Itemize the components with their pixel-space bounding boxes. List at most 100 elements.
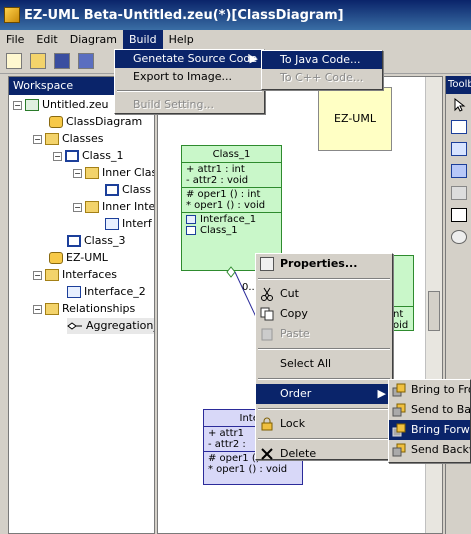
build-menu: Genetate Source Code ▶ Export to Image..…: [114, 49, 265, 114]
paste-icon: [260, 327, 274, 341]
menu-item-delete[interactable]: Delete: [256, 444, 392, 464]
menu-item-generate-source[interactable]: Genetate Source Code ▶: [115, 50, 264, 68]
folder-icon: [85, 201, 99, 213]
menu-item-copy[interactable]: Copy: [256, 304, 392, 324]
source-code-submenu: To Java Code... To C++ Code...: [261, 50, 383, 90]
bring-forward-icon: [392, 423, 406, 437]
menu-item-cpp: To C++ Code...: [262, 69, 382, 87]
menu-separator: [258, 378, 390, 380]
menu-separator: [258, 348, 390, 350]
ellipse-tool-icon[interactable]: [451, 230, 467, 244]
menu-item-label: To C++ Code...: [280, 71, 364, 84]
toolbox-panel: Toolb: [445, 76, 471, 534]
tree-label: Class: [122, 183, 151, 196]
collapse-icon[interactable]: −: [13, 100, 22, 110]
menu-diagram[interactable]: Diagram: [64, 30, 123, 49]
collapse-icon[interactable]: −: [33, 304, 42, 314]
menu-item-select-all[interactable]: Select All: [256, 354, 392, 374]
toolbox-title: Toolb: [446, 76, 471, 94]
tree-item-class-inner[interactable]: Class: [105, 182, 151, 198]
collapse-icon[interactable]: −: [73, 202, 82, 212]
interface-icon: [67, 286, 81, 298]
interface-icon: [105, 218, 119, 230]
tree-label: Class_3: [84, 234, 126, 247]
menu-item-java[interactable]: To Java Code...: [262, 51, 382, 69]
menu-file[interactable]: File: [0, 30, 30, 49]
tree-item-interfaces[interactable]: − Interfaces: [33, 267, 117, 283]
tree-item-class1[interactable]: − Class_1: [53, 148, 123, 164]
tree-item-relationships[interactable]: − Relationships: [33, 301, 135, 317]
package-tool-icon[interactable]: [451, 164, 467, 178]
aggregation-diamond[interactable]: [226, 266, 236, 278]
menu-separator: [258, 278, 390, 280]
menu-item-send-backward[interactable]: Send Backward: [389, 440, 470, 460]
menu-item-label: Copy: [280, 307, 308, 320]
menu-item-order[interactable]: Order ▶: [256, 384, 392, 404]
menu-item-label: Bring Forward: [411, 423, 470, 436]
menu-separator: [258, 408, 390, 410]
menu-item-export-image[interactable]: Export to Image...: [115, 68, 264, 86]
menu-help[interactable]: Help: [163, 30, 200, 49]
tree-item-ezuml[interactable]: EZ-UML: [49, 250, 108, 266]
menu-item-bring-forward[interactable]: Bring Forward: [389, 420, 470, 440]
workspace-tree: − Untitled.zeu ClassDiagram − Classes − …: [9, 95, 154, 531]
workspace-panel: Workspace − Untitled.zeu ClassDiagram − …: [8, 76, 155, 534]
save-all-icon[interactable]: [78, 53, 94, 69]
menu-item-label: Order: [280, 387, 312, 400]
tree-label: Interf: [122, 217, 152, 230]
menu-item-label: Properties...: [280, 257, 358, 270]
menu-item-label: Send Backward: [411, 443, 470, 456]
new-icon[interactable]: [6, 53, 22, 69]
open-icon[interactable]: [30, 53, 46, 69]
menu-item-properties[interactable]: Properties...: [256, 254, 392, 274]
tree-item-inner-class[interactable]: − Inner Clas: [73, 165, 154, 181]
tree-item-classdiagram[interactable]: ClassDiagram: [49, 114, 142, 130]
pointer-tool-icon[interactable]: [451, 97, 467, 112]
submenu-arrow-icon: ▶: [249, 52, 258, 65]
menu-item-label: Cut: [280, 287, 299, 300]
note-icon: [49, 252, 63, 264]
tree-item-interface-inner[interactable]: Interf: [105, 216, 152, 232]
interface-tool-icon[interactable]: [451, 142, 467, 156]
tree-label: EZ-UML: [66, 251, 108, 264]
aggregation-line[interactable]: [234, 271, 257, 318]
menu-item-label: Delete: [280, 447, 317, 460]
scroll-thumb[interactable]: [428, 291, 440, 331]
bring-front-icon: [392, 383, 406, 397]
tree-item-inner-interface[interactable]: − Inner Inte: [73, 199, 154, 215]
menu-item-lock[interactable]: Lock: [256, 414, 392, 434]
menu-item-label: Export to Image...: [133, 70, 232, 83]
aggregation-icon: [67, 320, 83, 332]
canvas-scrollbar[interactable]: [425, 77, 442, 533]
menu-build[interactable]: Build: [122, 30, 163, 49]
collapse-icon[interactable]: −: [73, 168, 82, 178]
menu-item-send-back[interactable]: Send to Back: [389, 400, 470, 420]
menu-separator: [117, 90, 262, 92]
collapse-icon[interactable]: −: [33, 134, 42, 144]
rectangle-tool-icon[interactable]: [451, 208, 467, 222]
table-tool-icon[interactable]: [451, 186, 467, 200]
tree-label: ClassDiagram: [66, 115, 143, 128]
menu-item-bring-front[interactable]: Bring to Front: [389, 380, 470, 400]
collapse-icon[interactable]: −: [33, 270, 42, 280]
tree-item-interface2[interactable]: Interface_2: [67, 284, 146, 300]
submenu-arrow-icon: ▶: [377, 387, 386, 400]
tree-item-aggregation[interactable]: Aggregation_: [67, 318, 154, 334]
collapse-icon[interactable]: −: [53, 151, 62, 161]
window-title: EZ-UML Beta-Untitled.zeu(*)[ClassDiagram…: [24, 7, 344, 23]
class-tool-icon[interactable]: [451, 120, 467, 134]
menu-item-build-setting: Build Setting...: [115, 96, 264, 114]
folder-icon: [85, 167, 99, 179]
menu-edit[interactable]: Edit: [30, 30, 63, 49]
send-back-icon: [392, 403, 406, 417]
send-backward-icon: [392, 443, 406, 457]
tree-item-class3[interactable]: Class_3: [67, 233, 125, 249]
tree-item-project[interactable]: − Untitled.zeu: [13, 97, 109, 113]
menu-item-label: Lock: [280, 417, 306, 430]
copy-icon: [260, 307, 274, 321]
menu-bar: File Edit Diagram Build Help: [0, 30, 471, 49]
tree-item-classes[interactable]: − Classes: [33, 131, 103, 147]
save-icon[interactable]: [54, 53, 70, 69]
menu-item-label: Genetate Source Code: [133, 52, 258, 65]
menu-item-cut[interactable]: Cut: [256, 284, 392, 304]
